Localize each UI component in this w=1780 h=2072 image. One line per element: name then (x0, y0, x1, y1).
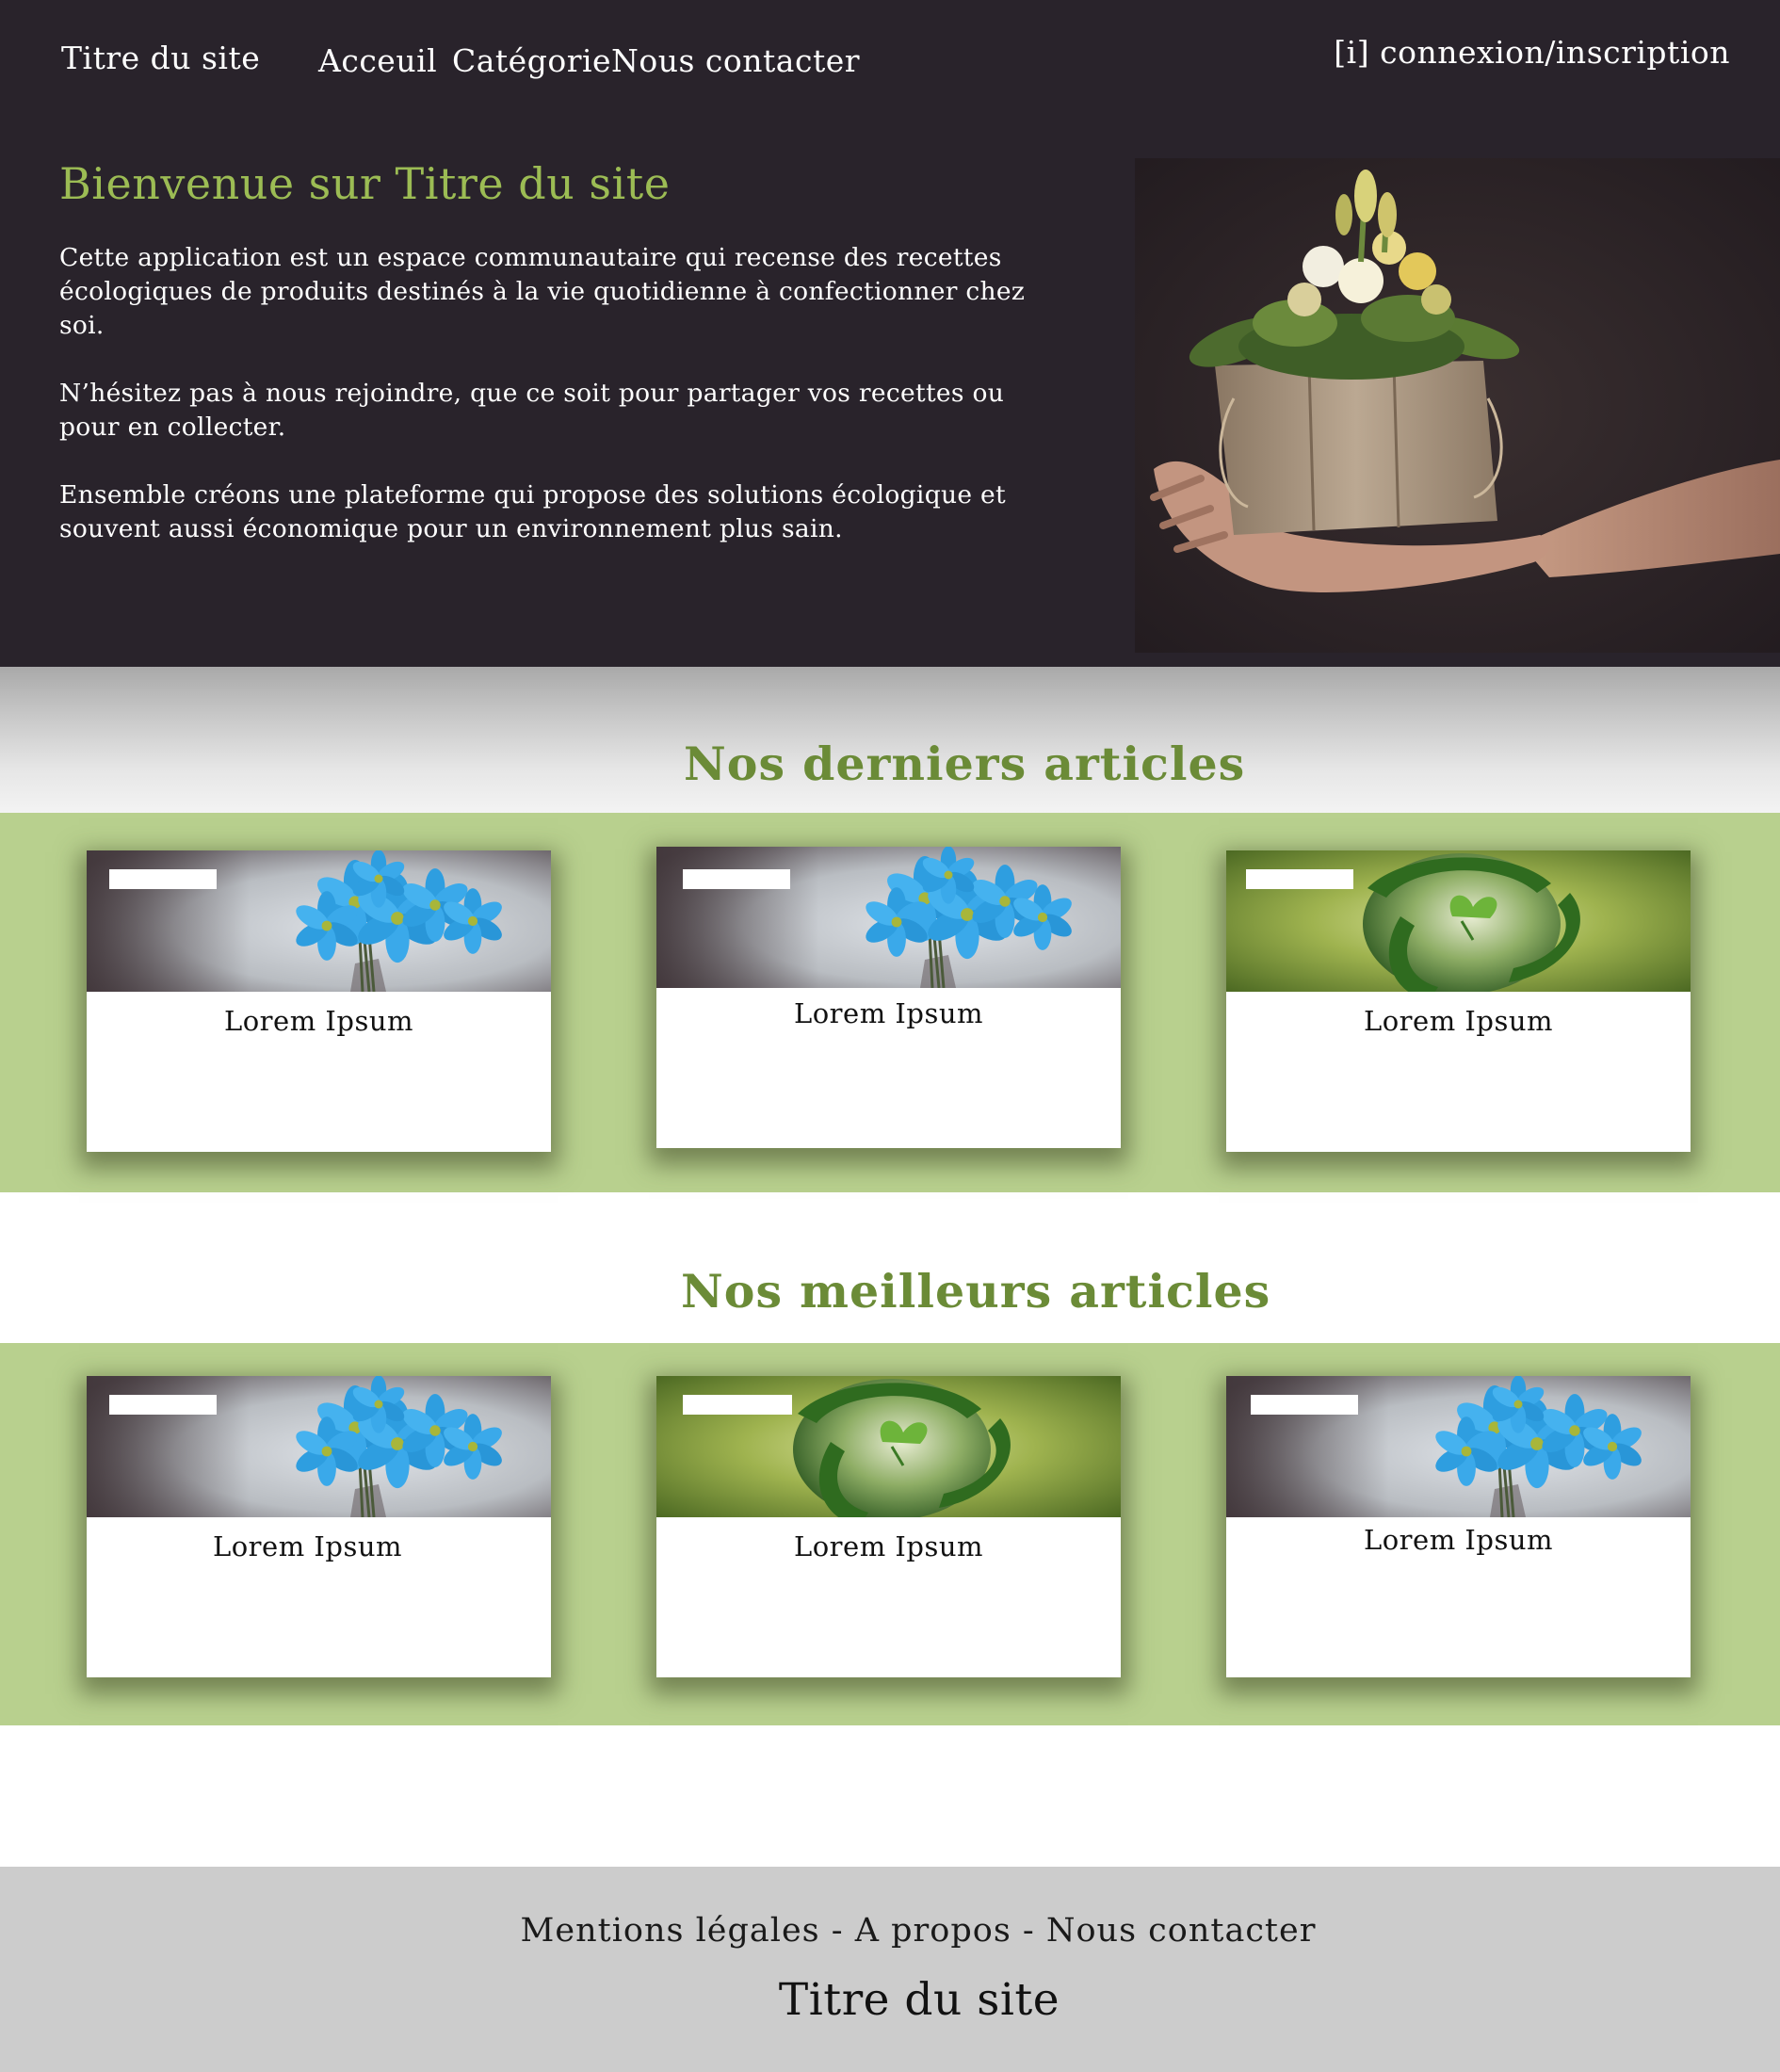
footer-links: Mentions légales - A propos - Nous conta… (0, 1912, 1780, 1950)
article-title: Lorem Ipsum (793, 997, 984, 1029)
nav-link-category[interactable]: Catégorie (452, 42, 611, 79)
footer-link-about[interactable]: A propos (855, 1912, 1011, 1950)
article-tag (1251, 1395, 1358, 1415)
footer-separator: - (819, 1912, 855, 1950)
article-card[interactable]: Lorem Ipsum (656, 1376, 1121, 1677)
hero-header: Titre du site Acceuil Catégorie Nous con… (0, 0, 1780, 667)
article-card[interactable]: Lorem Ipsum (1226, 1376, 1691, 1677)
hero-paragraph: Cette application est un espace communau… (59, 243, 1026, 340)
article-title: Lorem Ipsum (1363, 1005, 1554, 1037)
hero-paragraph: Ensemble créons une plateforme qui propo… (59, 480, 1006, 543)
nav-link-home[interactable]: Acceuil (318, 42, 437, 79)
best-articles-section: Lorem Ipsum Lorem Ipsum Lorem Ipsum (0, 1343, 1780, 1725)
article-tag (1246, 869, 1353, 889)
latest-articles-section: Lorem Ipsum Lorem Ipsum Lorem Ipsum (0, 813, 1780, 1192)
hero-paragraph: N’hésitez pas à nous rejoindre, que ce s… (59, 379, 1005, 442)
footer: Mentions légales - A propos - Nous conta… (0, 1867, 1780, 2072)
hero-image (1135, 158, 1780, 653)
article-tag (683, 869, 790, 889)
article-title: Lorem Ipsum (223, 1005, 414, 1037)
footer-site-title: Titre du site (778, 1974, 1060, 2026)
article-tag (109, 1395, 217, 1415)
footer-separator: - (1011, 1912, 1046, 1950)
hero-intro: Cette application est un espace communau… (59, 241, 1039, 580)
article-title: Lorem Ipsum (1363, 1524, 1554, 1556)
site-title[interactable]: Titre du site (61, 40, 260, 76)
article-card[interactable]: Lorem Ipsum (87, 1376, 551, 1677)
article-tag (109, 869, 217, 889)
footer-link-legal[interactable]: Mentions légales (521, 1912, 820, 1950)
login-signup-link[interactable]: [i] connexion/inscription (1334, 34, 1730, 71)
article-title: Lorem Ipsum (212, 1530, 403, 1562)
article-card[interactable]: Lorem Ipsum (1226, 850, 1691, 1152)
article-title: Lorem Ipsum (793, 1530, 984, 1562)
latest-articles-title: Nos derniers articles (684, 737, 1246, 791)
best-articles-title: Nos meilleurs articles (681, 1264, 1271, 1319)
hero-title: Bienvenue sur Titre du site (59, 158, 671, 209)
article-tag (683, 1395, 792, 1415)
article-card[interactable]: Lorem Ipsum (87, 850, 551, 1152)
article-image (656, 847, 1121, 988)
article-card[interactable]: Lorem Ipsum (656, 847, 1121, 1148)
footer-link-contact[interactable]: Nous contacter (1046, 1912, 1317, 1950)
nav-link-contact[interactable]: Nous contacter (611, 42, 860, 79)
